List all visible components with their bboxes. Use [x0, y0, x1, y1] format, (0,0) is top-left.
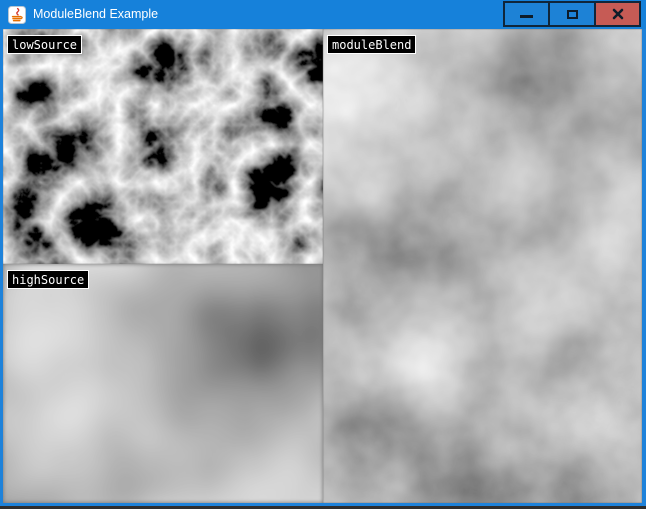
panel-label-module-blend: moduleBlend	[327, 35, 416, 54]
maximize-icon	[567, 10, 578, 19]
panel-label-low-source: lowSource	[7, 35, 82, 54]
close-icon	[612, 8, 624, 20]
window-title: ModuleBlend Example	[33, 0, 158, 29]
panel-high-source: highSource	[3, 264, 323, 503]
panel-module-blend: moduleBlend	[323, 29, 642, 503]
title-bar[interactable]: ModuleBlend Example	[0, 0, 646, 29]
window-controls	[503, 1, 641, 27]
module-blend-noise-texture	[323, 29, 642, 503]
high-source-noise-texture	[3, 264, 323, 503]
low-source-noise-texture	[3, 29, 323, 264]
window: ModuleBlend Example lowSource	[0, 0, 646, 509]
maximize-button[interactable]	[549, 1, 595, 27]
panel-low-source: lowSource	[3, 29, 323, 264]
java-coffee-cup-icon	[8, 6, 26, 24]
minimize-button[interactable]	[503, 1, 549, 27]
render-canvas: lowSource highSource moduleBlend	[3, 29, 642, 503]
minimize-icon	[520, 15, 533, 18]
close-button[interactable]	[595, 1, 641, 27]
panel-label-high-source: highSource	[7, 270, 89, 289]
